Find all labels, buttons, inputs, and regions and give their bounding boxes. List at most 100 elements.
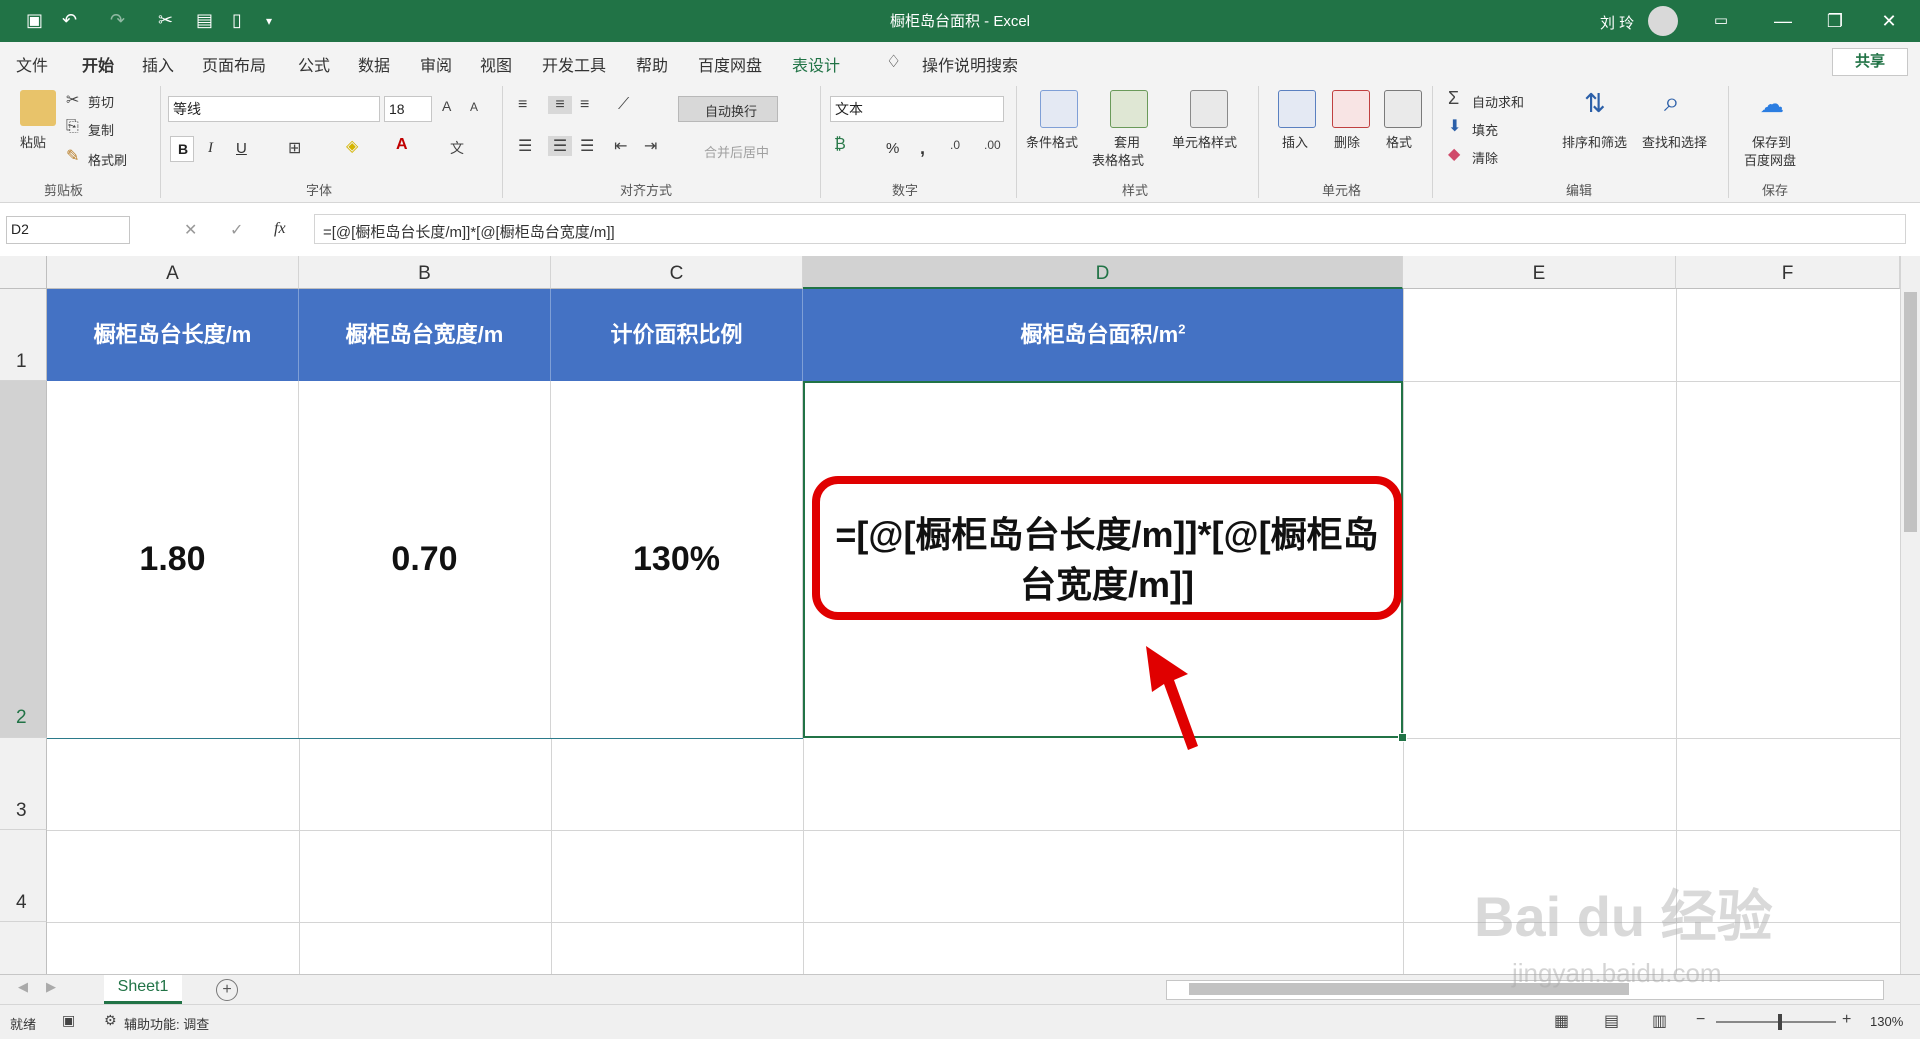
format-painter-icon[interactable]: ✎ <box>66 146 79 166</box>
tab-formulas[interactable]: 公式 <box>298 52 330 76</box>
find-search-icon[interactable]: ⌕ <box>1664 86 1680 119</box>
font-shrink-icon[interactable]: A <box>470 100 478 114</box>
tab-file[interactable]: 文件 <box>16 52 48 76</box>
sort-filter-icon[interactable]: ⇅ <box>1584 88 1606 119</box>
format-as-table-icon[interactable] <box>1110 90 1148 128</box>
font-name-select[interactable]: 等线 <box>168 96 380 122</box>
vertical-scroll-thumb[interactable] <box>1904 292 1917 532</box>
fill-color-icon[interactable]: ◈ <box>346 136 358 156</box>
row-header-4[interactable]: 4 <box>0 830 47 922</box>
align-middle-icon[interactable]: ≡ <box>548 96 572 114</box>
minimize-icon[interactable]: — <box>1760 6 1806 36</box>
avatar[interactable] <box>1648 6 1678 36</box>
cell-c2[interactable]: 130% <box>551 381 803 738</box>
decrease-indent-icon[interactable]: ⇤ <box>614 136 627 156</box>
tab-insert[interactable]: 插入 <box>142 52 174 76</box>
cut-icon[interactable]: ✂ <box>66 90 79 110</box>
tab-baidu-netdisk[interactable]: 百度网盘 <box>698 52 762 76</box>
increase-indent-icon[interactable]: ⇥ <box>644 136 657 156</box>
scroll-tabs-right-icon[interactable]: ▶ <box>46 979 56 995</box>
align-left-icon[interactable]: ☰ <box>518 136 532 156</box>
cell-styles-icon[interactable] <box>1190 90 1228 128</box>
font-grow-icon[interactable]: A <box>442 98 451 114</box>
wrap-text-button[interactable]: 自动换行 <box>678 96 778 122</box>
zoom-slider-thumb[interactable] <box>1778 1014 1782 1030</box>
tab-table-design[interactable]: 表设计 <box>792 52 840 76</box>
format-cells-icon[interactable] <box>1384 90 1422 128</box>
align-bottom-icon[interactable]: ≡ <box>580 96 589 114</box>
conditional-format-icon[interactable] <box>1040 90 1078 128</box>
cell-a1[interactable]: 橱柜岛台长度/m <box>47 289 299 381</box>
column-header-d[interactable]: D <box>803 256 1403 289</box>
column-header-c[interactable]: C <box>551 256 803 289</box>
paste-icon[interactable] <box>20 90 56 126</box>
accounting-icon[interactable]: ₿ <box>834 136 846 154</box>
formula-input[interactable]: =[@[橱柜岛台长度/m]]*[@[橱柜岛台宽度/m]] <box>314 214 1906 244</box>
row-header-5[interactable] <box>0 922 47 974</box>
insert-function-button[interactable]: fx <box>274 220 286 238</box>
fill-down-icon[interactable]: ⬇ <box>1448 116 1461 136</box>
row-header-3[interactable]: 3 <box>0 738 47 830</box>
zoom-slider[interactable] <box>1716 1021 1836 1023</box>
scroll-tabs-left-icon[interactable]: ◀ <box>18 979 28 995</box>
sheet-tab-sheet1[interactable]: Sheet1 <box>104 975 182 1004</box>
tell-me-search[interactable]: 操作说明搜索 <box>922 52 1018 76</box>
save-baidu-line1[interactable]: 保存到 <box>1752 132 1791 151</box>
tab-view[interactable]: 视图 <box>480 52 512 76</box>
format-painter-button[interactable]: 格式刷 <box>88 150 127 169</box>
autosum-icon[interactable]: Σ <box>1448 88 1459 109</box>
insert-cells-button[interactable]: 插入 <box>1282 132 1308 151</box>
confirm-entry-icon[interactable]: ✓ <box>230 220 243 240</box>
column-header-f[interactable]: F <box>1676 256 1900 289</box>
delete-cells-icon[interactable] <box>1332 90 1370 128</box>
zoom-level[interactable]: 130% <box>1870 1014 1903 1029</box>
normal-view-icon[interactable]: ▦ <box>1554 1011 1569 1031</box>
tab-help[interactable]: 帮助 <box>636 52 668 76</box>
phonetic-icon[interactable]: 文 <box>450 138 464 158</box>
tab-developer[interactable]: 开发工具 <box>542 52 606 76</box>
cell-b1[interactable]: 橱柜岛台宽度/m <box>299 289 551 381</box>
comma-button[interactable]: , <box>920 138 925 159</box>
cut-button[interactable]: 剪切 <box>88 92 114 111</box>
baidu-cloud-icon[interactable]: ☁ <box>1760 90 1784 119</box>
page-break-view-icon[interactable]: ▥ <box>1652 1011 1667 1031</box>
tab-home[interactable]: 开始 <box>82 52 115 84</box>
cell-a2[interactable]: 1.80 <box>47 381 299 738</box>
column-header-e[interactable]: E <box>1403 256 1676 289</box>
accessibility-status[interactable]: 辅助功能: 调查 <box>124 1014 209 1033</box>
fill-button[interactable]: 填充 <box>1472 120 1498 139</box>
cell-c1[interactable]: 计价面积比例 <box>551 289 803 381</box>
merge-center-button[interactable]: 合并后居中 <box>704 142 769 161</box>
page-layout-view-icon[interactable]: ▤ <box>1604 1011 1619 1031</box>
find-select-button[interactable]: 查找和选择 <box>1642 132 1707 151</box>
column-header-a[interactable]: A <box>47 256 299 289</box>
zoom-in-icon[interactable]: + <box>1842 1011 1851 1029</box>
copy-button[interactable]: 复制 <box>88 120 114 139</box>
format-as-table-line2[interactable]: 表格格式 <box>1092 150 1144 169</box>
italic-button[interactable]: I <box>208 140 213 157</box>
bold-button[interactable]: B <box>170 136 194 162</box>
font-color-icon[interactable]: A <box>396 136 408 154</box>
name-box[interactable]: D2 <box>6 216 130 244</box>
add-sheet-button[interactable]: + <box>216 979 238 1001</box>
percent-button[interactable]: % <box>886 140 899 157</box>
clear-button[interactable]: 清除 <box>1472 148 1498 167</box>
fill-handle[interactable] <box>1398 733 1407 742</box>
cell-d1[interactable]: 橱柜岛台面积/m2 <box>803 289 1403 381</box>
font-size-select[interactable]: 18 <box>384 96 432 122</box>
cell-styles-button[interactable]: 单元格样式 <box>1172 132 1237 151</box>
format-cells-button[interactable]: 格式 <box>1386 132 1412 151</box>
tab-page-layout[interactable]: 页面布局 <box>202 52 266 76</box>
row-header-2[interactable]: 2 <box>0 381 47 738</box>
ribbon-display-icon[interactable]: ▭ <box>1698 6 1744 36</box>
autosum-button[interactable]: 自动求和 <box>1472 92 1524 111</box>
delete-cells-button[interactable]: 删除 <box>1334 132 1360 151</box>
column-header-b[interactable]: B <box>299 256 551 289</box>
align-right-icon[interactable]: ☰ <box>580 136 594 156</box>
border-icon[interactable]: ⊞ <box>288 138 301 158</box>
tab-review[interactable]: 审阅 <box>420 52 452 76</box>
align-top-icon[interactable]: ≡ <box>518 96 527 114</box>
close-icon[interactable]: ✕ <box>1866 6 1912 36</box>
number-format-select[interactable]: 文本 <box>830 96 1004 122</box>
insert-cells-icon[interactable] <box>1278 90 1316 128</box>
